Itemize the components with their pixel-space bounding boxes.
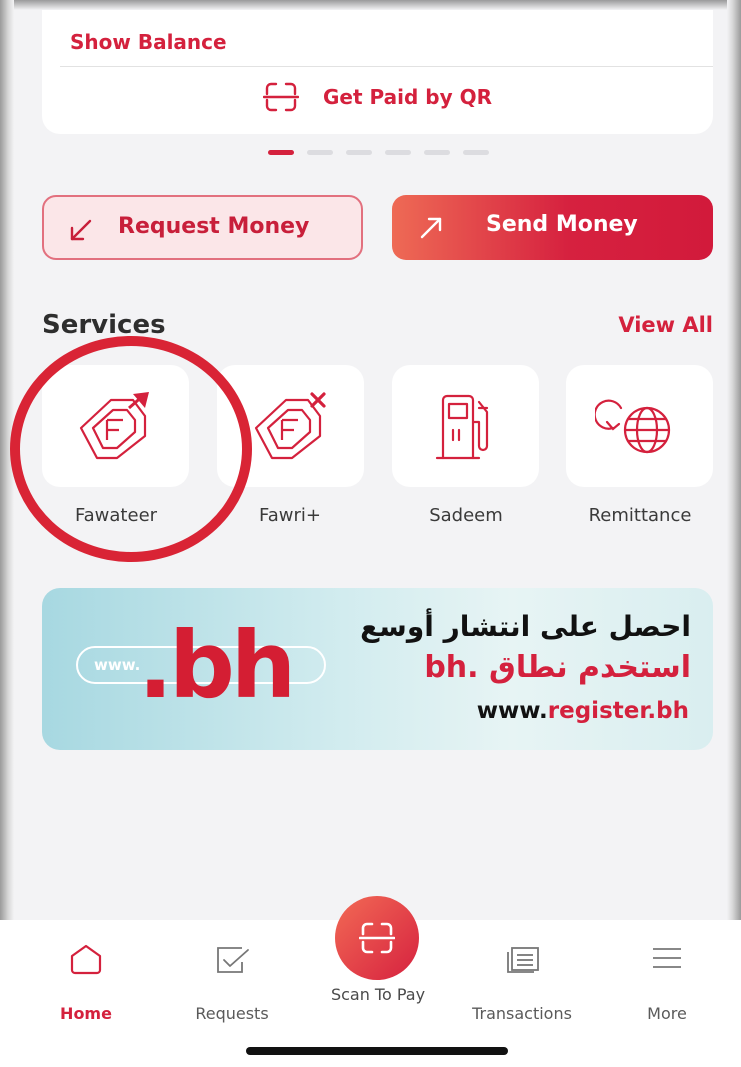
banner-website-domain: register.bh: [547, 698, 689, 724]
banner-website: www.register.bh: [477, 698, 689, 724]
tab-home-label: Home: [60, 1004, 112, 1023]
send-money-button[interactable]: Send Money: [392, 195, 713, 260]
tab-more-label: More: [647, 1004, 687, 1023]
services-heading: Services: [42, 310, 166, 340]
carousel-dot[interactable]: [307, 150, 333, 155]
banner-headline-arabic: احصل على انتشار أوسع: [360, 610, 691, 643]
device-frame-top: [0, 0, 741, 10]
service-tile-remittance[interactable]: [566, 365, 713, 487]
get-paid-by-qr-button[interactable]: Get Paid by QR: [42, 82, 713, 112]
highlight-circle-annotation: [10, 336, 252, 562]
service-label-remittance: Remittance: [588, 505, 692, 526]
arrow-down-left-icon: [70, 219, 92, 241]
carousel-dot[interactable]: [385, 150, 411, 155]
requests-icon: [217, 947, 249, 973]
phone-screen: Show Balance Get Paid by QR Request Mone…: [0, 0, 741, 1067]
banner-url-hint: www.: [94, 656, 141, 674]
promo-banner[interactable]: www. .bh احصل على انتشار أوسع استخدم نطا…: [42, 588, 713, 750]
fuel-pump-icon: [435, 394, 488, 460]
service-label-sadeem: Sadeem: [429, 505, 503, 526]
scan-to-pay-button[interactable]: [335, 896, 419, 980]
tab-transactions-label: Transactions: [472, 1004, 572, 1023]
arrow-up-right-icon: [420, 217, 442, 239]
transactions-icon: [507, 947, 539, 973]
card-divider: [60, 66, 713, 67]
carousel-indicator: [268, 150, 489, 155]
carousel-dot-active[interactable]: [268, 150, 294, 155]
menu-icon: [653, 948, 681, 968]
send-money-label: Send Money: [486, 212, 638, 237]
carousel-dot[interactable]: [424, 150, 450, 155]
show-balance-link[interactable]: Show Balance: [70, 30, 227, 54]
qr-scan-icon: [263, 82, 299, 112]
service-tile-sadeem[interactable]: [392, 365, 539, 487]
tab-requests[interactable]: Requests: [172, 938, 292, 1023]
tab-home[interactable]: Home: [26, 938, 146, 1023]
banner-bh-logo: .bh: [138, 612, 296, 719]
home-icon: [70, 944, 102, 975]
device-frame-right: [727, 0, 741, 1067]
request-money-label: Request Money: [118, 214, 310, 239]
banner-subheadline-arabic: استخدم نطاق .bh: [424, 650, 691, 685]
qr-scan-icon: [359, 922, 395, 954]
device-frame-left: [0, 0, 14, 1067]
tab-transactions[interactable]: Transactions: [462, 938, 582, 1023]
get-paid-label: Get Paid by QR: [323, 85, 492, 109]
globe-transfer-icon: [594, 399, 670, 454]
view-all-link[interactable]: View All: [618, 313, 713, 337]
banner-website-prefix: www.: [476, 698, 548, 724]
home-indicator[interactable]: [246, 1047, 508, 1055]
fawri-plus-icon: [254, 392, 326, 460]
request-money-button[interactable]: Request Money: [42, 195, 363, 260]
tab-more[interactable]: More: [607, 938, 727, 1023]
tab-requests-label: Requests: [195, 1004, 269, 1023]
carousel-dot[interactable]: [463, 150, 489, 155]
scan-to-pay-label: Scan To Pay: [330, 985, 426, 1004]
balance-card: Show Balance Get Paid by QR: [42, 10, 713, 134]
carousel-dot[interactable]: [346, 150, 372, 155]
